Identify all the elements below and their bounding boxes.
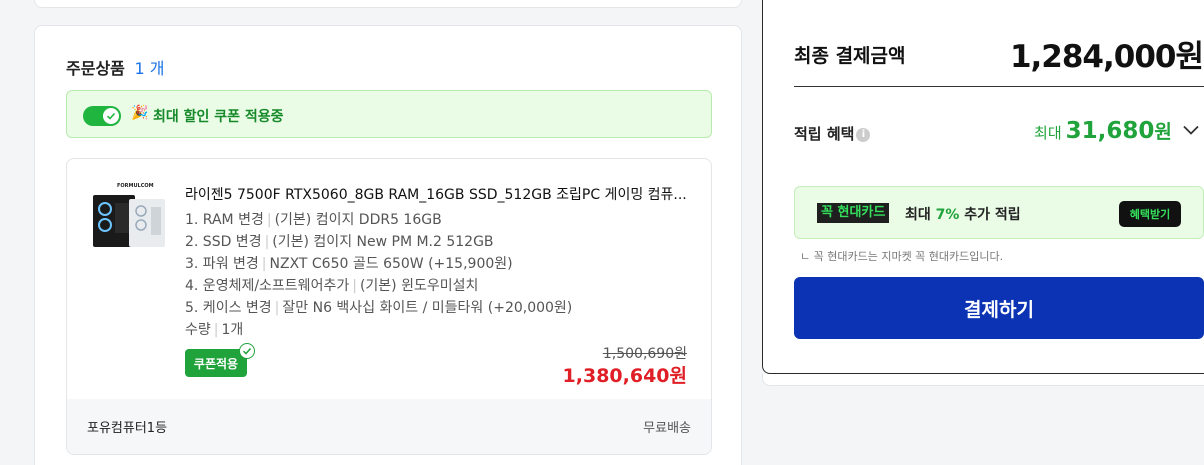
toggle-check-icon bbox=[103, 108, 119, 124]
divider bbox=[794, 86, 1204, 87]
info-icon[interactable]: i bbox=[856, 127, 871, 142]
seller-name[interactable]: 포유컴퓨터1등 bbox=[87, 417, 167, 436]
shipping-info: 무료배송 bbox=[643, 421, 691, 436]
check-circle-icon bbox=[239, 343, 255, 359]
order-title-label: 주문상품 bbox=[66, 59, 125, 78]
promo-text: 최대 7% 추가 적립 bbox=[905, 207, 1021, 223]
order-items-card: 주문상품 1 개 🎉 최대 할인 쿠폰 적용중 FORMULCOM 라이젠5 7… bbox=[34, 25, 742, 465]
option-case: 5. 케이스 변경 | 잘만 N6 백사십 화이트 / 미들타워 (+20,000원… bbox=[185, 300, 573, 316]
max-coupon-banner: 🎉 최대 할인 쿠폰 적용중 bbox=[66, 90, 712, 138]
option-quantity: 수량 | 1개 bbox=[185, 322, 244, 338]
sale-price: 1,380,640원 bbox=[562, 365, 687, 387]
payment-summary-panel: 최종 결제금액 1,284,000원 적립 혜택 i 최대 31,680원 꼭 현대… bbox=[762, 0, 1204, 374]
order-items-title: 주문상품 1 개 bbox=[66, 55, 164, 79]
product-image[interactable]: FORMULCOM bbox=[89, 181, 169, 253]
order-item-count: 1 개 bbox=[134, 59, 165, 78]
coupon-banner-text: 최대 할인 쿠폰 적용중 bbox=[153, 109, 284, 125]
option-os: 4. 운영체제/소프트웨어추가 | (기본) 윈도우미설치 bbox=[185, 278, 479, 294]
pay-button[interactable]: 결제하기 bbox=[794, 277, 1204, 339]
reward-amount: 31,680 bbox=[1065, 118, 1155, 144]
reward-unit: 원 bbox=[1154, 121, 1172, 143]
original-price: 1,500,690원 bbox=[602, 346, 687, 362]
reward-label: 적립 혜택 i bbox=[794, 123, 871, 144]
option-ssd: 2. SSD 변경 | (기본) 컴이지 New PM M.2 512GB bbox=[185, 234, 494, 250]
payment-panel-footer bbox=[762, 374, 1204, 386]
get-benefit-button[interactable]: 혜택받기 bbox=[1119, 201, 1181, 227]
hyundai-card-logo: 꼭 현대카드 bbox=[817, 203, 890, 223]
coupon-toggle[interactable] bbox=[83, 106, 121, 126]
product-name-link[interactable]: 라이젠5 7500F RTX5060_8GB RAM_16GB SSD_512G… bbox=[185, 184, 695, 204]
final-amount-label: 최종 결제금액 bbox=[794, 45, 906, 67]
reward-toggle[interactable]: 최대 31,680원 bbox=[1034, 117, 1199, 144]
card-promo-banner: 꼭 현대카드 최대 7% 추가 적립 혜택받기 bbox=[794, 186, 1204, 239]
option-ram: 1. RAM 변경 | (기본) 컴이지 DDR5 16GB bbox=[185, 212, 442, 228]
party-popper-icon: 🎉 bbox=[131, 105, 149, 121]
card-promo-note: ㄴ 꼭 현대카드는 지마켓 꼭 현대카드입니다. bbox=[800, 250, 1004, 263]
product-item: FORMULCOM 라이젠5 7500F RTX5060_8GB RAM_16G… bbox=[66, 158, 712, 455]
option-power: 3. 파워 변경 | NZXT C650 골드 650W (+15,900원) bbox=[185, 256, 513, 272]
chevron-down-icon bbox=[1183, 123, 1199, 139]
seller-bar: 포유컴퓨터1등 무료배송 bbox=[67, 399, 711, 454]
previous-section-card bbox=[34, 0, 742, 8]
final-amount-value: 1,284,000원 bbox=[1009, 39, 1204, 75]
coupon-applied-badge[interactable]: 쿠폰적용 bbox=[185, 349, 247, 377]
reward-prefix: 최대 bbox=[1034, 124, 1062, 142]
product-brand-text: FORMULCOM bbox=[117, 183, 154, 189]
